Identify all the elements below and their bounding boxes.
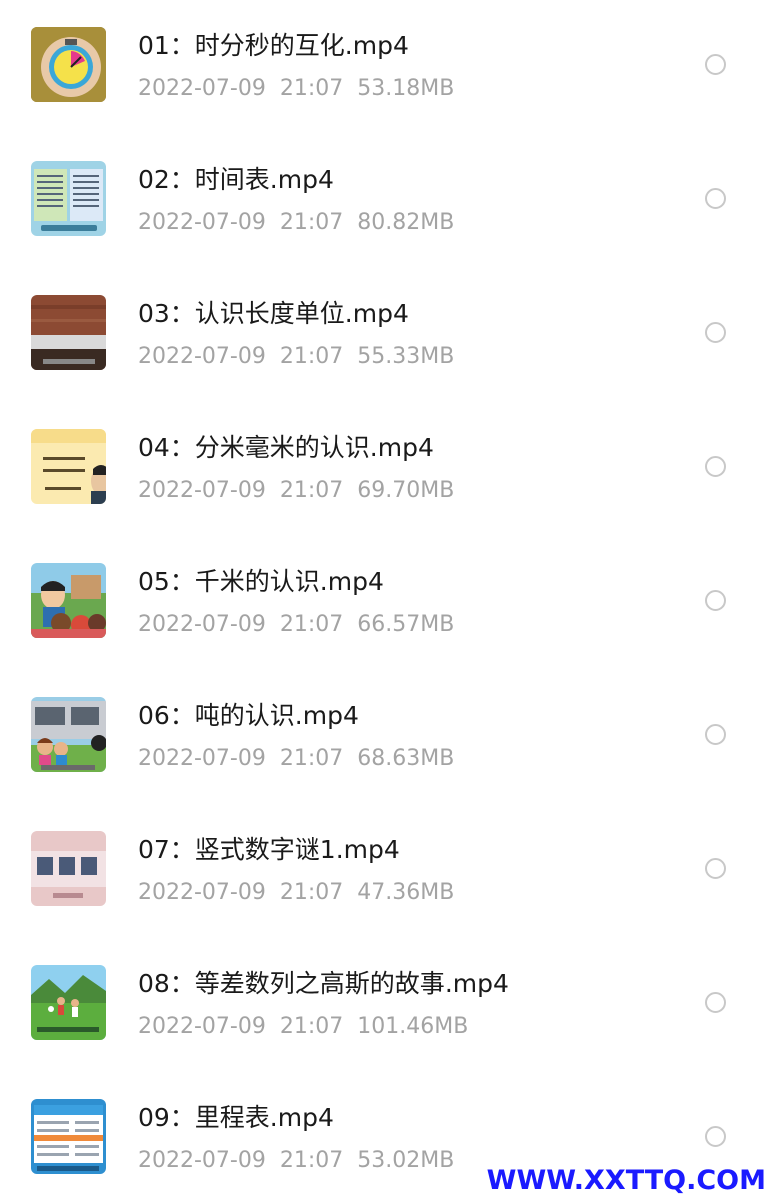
file-time: 21:07 — [279, 1014, 344, 1039]
file-size: 80.82MB — [357, 210, 455, 235]
list-item[interactable]: 05：千米的认识.mp4 2022-07-09 21:07 66.57MB — [0, 536, 770, 670]
select-radio[interactable] — [705, 590, 726, 611]
file-time: 21:07 — [279, 344, 344, 369]
classroom-thumbnail — [31, 563, 106, 638]
file-size: 53.18MB — [357, 76, 455, 101]
file-name: 03：认识长度单位.mp4 — [138, 299, 409, 328]
file-name: 01：时分秒的互化.mp4 — [138, 31, 409, 60]
watermark: WWW.XXTTQ.COM — [486, 1165, 766, 1196]
file-date: 2022-07-09 — [138, 210, 266, 235]
list-item[interactable]: 03：认识长度单位.mp4 2022-07-09 21:07 55.33MB — [0, 268, 770, 402]
field-thumbnail — [31, 965, 106, 1040]
file-time: 21:07 — [279, 210, 344, 235]
select-radio[interactable] — [705, 188, 726, 209]
file-meta: 2022-07-09 21:07 55.33MB — [138, 342, 454, 372]
file-time: 21:07 — [279, 746, 344, 771]
file-name: 06：吨的认识.mp4 — [138, 701, 359, 730]
file-size: 69.70MB — [357, 478, 455, 503]
file-meta: 2022-07-09 21:07 80.82MB — [138, 208, 454, 238]
file-name: 05：千米的认识.mp4 — [138, 567, 384, 596]
timetable-thumbnail — [31, 161, 106, 236]
select-radio[interactable] — [705, 858, 726, 879]
list-item[interactable]: 08：等差数列之高斯的故事.mp4 2022-07-09 21:07 101.46M… — [0, 938, 770, 1072]
select-radio[interactable] — [705, 456, 726, 477]
mileage-thumbnail — [31, 1099, 106, 1174]
list-item[interactable]: 07：竖式数字谜1.mp4 2022-07-09 21:07 47.36MB — [0, 804, 770, 938]
file-meta: 2022-07-09 21:07 47.36MB — [138, 878, 454, 908]
file-time: 21:07 — [279, 1148, 344, 1173]
file-meta: 2022-07-09 21:07 68.63MB — [138, 744, 454, 774]
list-item[interactable]: 06：吨的认识.mp4 2022-07-09 21:07 68.63MB — [0, 670, 770, 804]
puzzle-thumbnail — [31, 831, 106, 906]
file-size: 101.46MB — [357, 1014, 469, 1039]
file-name: 08：等差数列之高斯的故事.mp4 — [138, 969, 509, 998]
select-radio[interactable] — [705, 724, 726, 745]
blackboard-thumbnail — [31, 429, 106, 504]
file-size: 68.63MB — [357, 746, 455, 771]
file-size: 47.36MB — [357, 880, 455, 905]
file-date: 2022-07-09 — [138, 344, 266, 369]
select-radio[interactable] — [705, 322, 726, 343]
file-size: 66.57MB — [357, 612, 455, 637]
file-meta: 2022-07-09 21:07 53.02MB — [138, 1146, 454, 1176]
file-name: 02：时间表.mp4 — [138, 165, 334, 194]
file-date: 2022-07-09 — [138, 612, 266, 637]
select-radio[interactable] — [705, 1126, 726, 1147]
clock-thumbnail — [31, 27, 106, 102]
file-date: 2022-07-09 — [138, 1014, 266, 1039]
file-size: 55.33MB — [357, 344, 455, 369]
truck-thumbnail — [31, 697, 106, 772]
file-name: 09：里程表.mp4 — [138, 1103, 334, 1132]
file-name: 04：分米毫米的认识.mp4 — [138, 433, 434, 462]
file-meta: 2022-07-09 21:07 53.18MB — [138, 74, 454, 104]
list-item[interactable]: 01：时分秒的互化.mp4 2022-07-09 21:07 53.18MB — [0, 0, 770, 134]
file-time: 21:07 — [279, 76, 344, 101]
list-item[interactable]: 02：时间表.mp4 2022-07-09 21:07 80.82MB — [0, 134, 770, 268]
file-date: 2022-07-09 — [138, 1148, 266, 1173]
file-meta: 2022-07-09 21:07 101.46MB — [138, 1012, 468, 1042]
file-meta: 2022-07-09 21:07 69.70MB — [138, 476, 454, 506]
file-time: 21:07 — [279, 478, 344, 503]
file-size: 53.02MB — [357, 1148, 455, 1173]
file-list: 01：时分秒的互化.mp4 2022-07-09 21:07 53.18MB 0… — [0, 0, 770, 1200]
select-radio[interactable] — [705, 992, 726, 1013]
file-name: 07：竖式数字谜1.mp4 — [138, 835, 400, 864]
file-time: 21:07 — [279, 612, 344, 637]
file-time: 21:07 — [279, 880, 344, 905]
file-date: 2022-07-09 — [138, 76, 266, 101]
file-date: 2022-07-09 — [138, 478, 266, 503]
file-date: 2022-07-09 — [138, 880, 266, 905]
file-meta: 2022-07-09 21:07 66.57MB — [138, 610, 454, 640]
file-date: 2022-07-09 — [138, 746, 266, 771]
list-item[interactable]: 04：分米毫米的认识.mp4 2022-07-09 21:07 69.70MB — [0, 402, 770, 536]
select-radio[interactable] — [705, 54, 726, 75]
ruler-thumbnail — [31, 295, 106, 370]
